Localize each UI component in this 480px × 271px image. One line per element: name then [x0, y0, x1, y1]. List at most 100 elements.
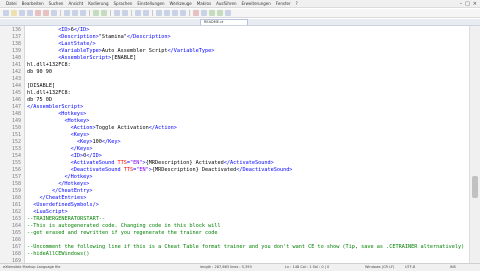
code-line[interactable]: 149 <Hotkey> [0, 118, 470, 125]
line-number: 140 [11, 55, 21, 61]
code-line[interactable]: 167 --Uncomment the following line if thi… [0, 244, 470, 251]
save-all-icon[interactable] [27, 10, 33, 16]
code-line[interactable]: 152 <Key>100</Key> [0, 139, 470, 146]
line-number: 138 [11, 41, 21, 47]
word-wrap-icon[interactable] [164, 10, 170, 16]
redo-icon[interactable] [101, 10, 107, 16]
code-line[interactable]: 148 <Hotkeys> [0, 111, 470, 118]
menu-item[interactable]: ? [296, 1, 298, 6]
code-line[interactable]: 153 </Keys> [0, 146, 470, 153]
code-line[interactable]: 147 </AssemblerScript> [0, 104, 470, 111]
code-line[interactable]: 139 <VariableType>Auto Assembler Script</… [0, 48, 470, 55]
zoom-in-icon[interactable] [135, 10, 141, 16]
menu-item[interactable]: Makros [197, 1, 211, 6]
replace-icon[interactable] [122, 10, 128, 16]
undo-icon[interactable] [93, 10, 99, 16]
code-text: --This is autogenerated code. Changing c… [27, 223, 221, 229]
scrollbar-thumb[interactable] [472, 176, 478, 198]
menu-item[interactable]: Erweiterungen [241, 1, 270, 6]
code-line[interactable]: 138 <LastState/> [0, 41, 470, 48]
menu-item[interactable]: Ausführen [216, 1, 236, 6]
code-line[interactable]: 158 </Hotkeys> [0, 181, 470, 188]
close-file-icon[interactable] [35, 10, 41, 16]
sync-scroll-icon[interactable] [156, 10, 162, 16]
toolbar-separator [152, 10, 153, 16]
code-text: <Description>"Stamina"</Description> [58, 34, 171, 40]
code-line[interactable]: 140 <AssemblerScript>[ENABLE] [0, 55, 470, 62]
line-number: 163 [11, 216, 21, 222]
copy-icon[interactable] [72, 10, 78, 16]
code-line[interactable]: 154 <ID>0</ID> [0, 153, 470, 160]
code-line[interactable]: 155 <ActivateSound TTS="EN">{MRDescriptio… [0, 160, 470, 167]
stop-macro-icon[interactable] [201, 10, 207, 16]
menu-item[interactable]: Werkzeuge [170, 1, 192, 6]
code-line[interactable]: 164 --This is autogenerated code. Changin… [0, 223, 470, 230]
menu-item[interactable]: Einstellungen [137, 1, 164, 6]
zoom-out-icon[interactable] [143, 10, 149, 16]
menu-bar: Datei Bearbeiten Suchen Ansicht Kodierung Spr… [0, 0, 480, 8]
eol-format[interactable]: Windows (CR LF) [365, 264, 394, 270]
code-line[interactable]: 162 <LuaScript> [0, 209, 470, 216]
line-number: 149 [11, 118, 21, 124]
code-line[interactable]: 136 <ID>6</ID> [0, 27, 470, 34]
record-macro-icon[interactable] [193, 10, 199, 16]
code-line[interactable]: 141 hl.dll+132FC8: [0, 62, 470, 69]
code-text: <Hotkeys> [58, 111, 87, 117]
code-line[interactable]: 163 --TRAINERGENERATORSTART-- [0, 216, 470, 223]
run-macro-icon[interactable] [217, 10, 223, 16]
toolbar-separator [189, 10, 190, 16]
close-icon[interactable]: × [473, 1, 477, 7]
code-line[interactable]: 142 db 90 90 [0, 69, 470, 76]
code-line[interactable]: 160 </CheatEntries> [0, 195, 470, 202]
menu-item[interactable]: Sprachen [114, 1, 133, 6]
code-line[interactable]: 144 [DISABLE] [0, 83, 470, 90]
code-line[interactable]: 137 <Description>"Stamina"</Description> [0, 34, 470, 41]
code-line[interactable]: 143 [0, 76, 470, 83]
cursor-position: Ln : 148 Col : 1 Sel : 0 | 0 [285, 265, 330, 269]
menu-item[interactable]: Suchen [49, 1, 64, 6]
open-file-icon[interactable] [11, 10, 17, 16]
close-all-icon[interactable] [43, 10, 49, 16]
code-line[interactable]: 165 --get erased and rewritten if you reg… [0, 230, 470, 237]
code-line[interactable]: 156 <DeactivateSound TTS="EN">{MRDescript… [0, 167, 470, 174]
code-line[interactable]: 151 <Keys> [0, 132, 470, 139]
save-icon[interactable] [19, 10, 25, 16]
insert-mode: INS [450, 265, 456, 269]
code-line[interactable]: 150 <Action>Toggle Activation</Action> [0, 125, 470, 132]
play-macro-icon[interactable] [209, 10, 215, 16]
paste-icon[interactable] [80, 10, 86, 16]
code-text: db 75 0D [27, 97, 52, 103]
new-file-icon[interactable] [3, 10, 9, 16]
maximize-icon[interactable]: □ [465, 1, 470, 7]
tab-file[interactable]: README.ct [200, 19, 248, 25]
menu-item[interactable]: Ansicht [68, 1, 83, 6]
find-icon[interactable] [114, 10, 120, 16]
code-text: <LuaScript> [33, 209, 68, 215]
minimize-icon[interactable]: – [460, 1, 463, 7]
menu-item[interactable]: Kodierung [88, 1, 108, 6]
cut-icon[interactable] [64, 10, 70, 16]
code-editor[interactable]: 136 <ID>6</ID> 137 <Description>"Stamina"</… [0, 26, 470, 263]
menu-item[interactable]: Datei [6, 1, 17, 6]
line-number: 145 [11, 90, 21, 96]
menu-item[interactable]: Fenster [276, 1, 291, 6]
code-line[interactable]: 168 --hideAllCEWindows() [0, 251, 470, 258]
toolbar-separator [89, 10, 90, 16]
code-text: --TRAINERGENERATORSTART-- [27, 216, 106, 222]
code-line[interactable]: 166 [0, 237, 470, 244]
line-number: 143 [11, 76, 21, 82]
print-icon[interactable] [51, 10, 57, 16]
indent-guide-icon[interactable] [180, 10, 186, 16]
code-line[interactable]: 161 <UserdefinedSymbols/> [0, 202, 470, 209]
save-macro-icon[interactable] [225, 10, 231, 16]
code-line[interactable]: 145 hl.dll+132FC8: [0, 90, 470, 97]
code-line[interactable]: 159 </CheatEntry> [0, 188, 470, 195]
show-all-chars-icon[interactable] [172, 10, 178, 16]
code-text: hl.dll+132FC8: [27, 90, 71, 96]
code-line[interactable]: 157 </Hotkey> [0, 174, 470, 181]
code-line[interactable]: 146 db 75 0D [0, 97, 470, 104]
encoding[interactable]: UTF-8 [405, 264, 415, 270]
vertical-scrollbar[interactable] [469, 26, 480, 263]
menu-item[interactable]: Bearbeiten [22, 1, 44, 6]
document-length: length : 287,663 lines : 5,393 [200, 265, 252, 269]
